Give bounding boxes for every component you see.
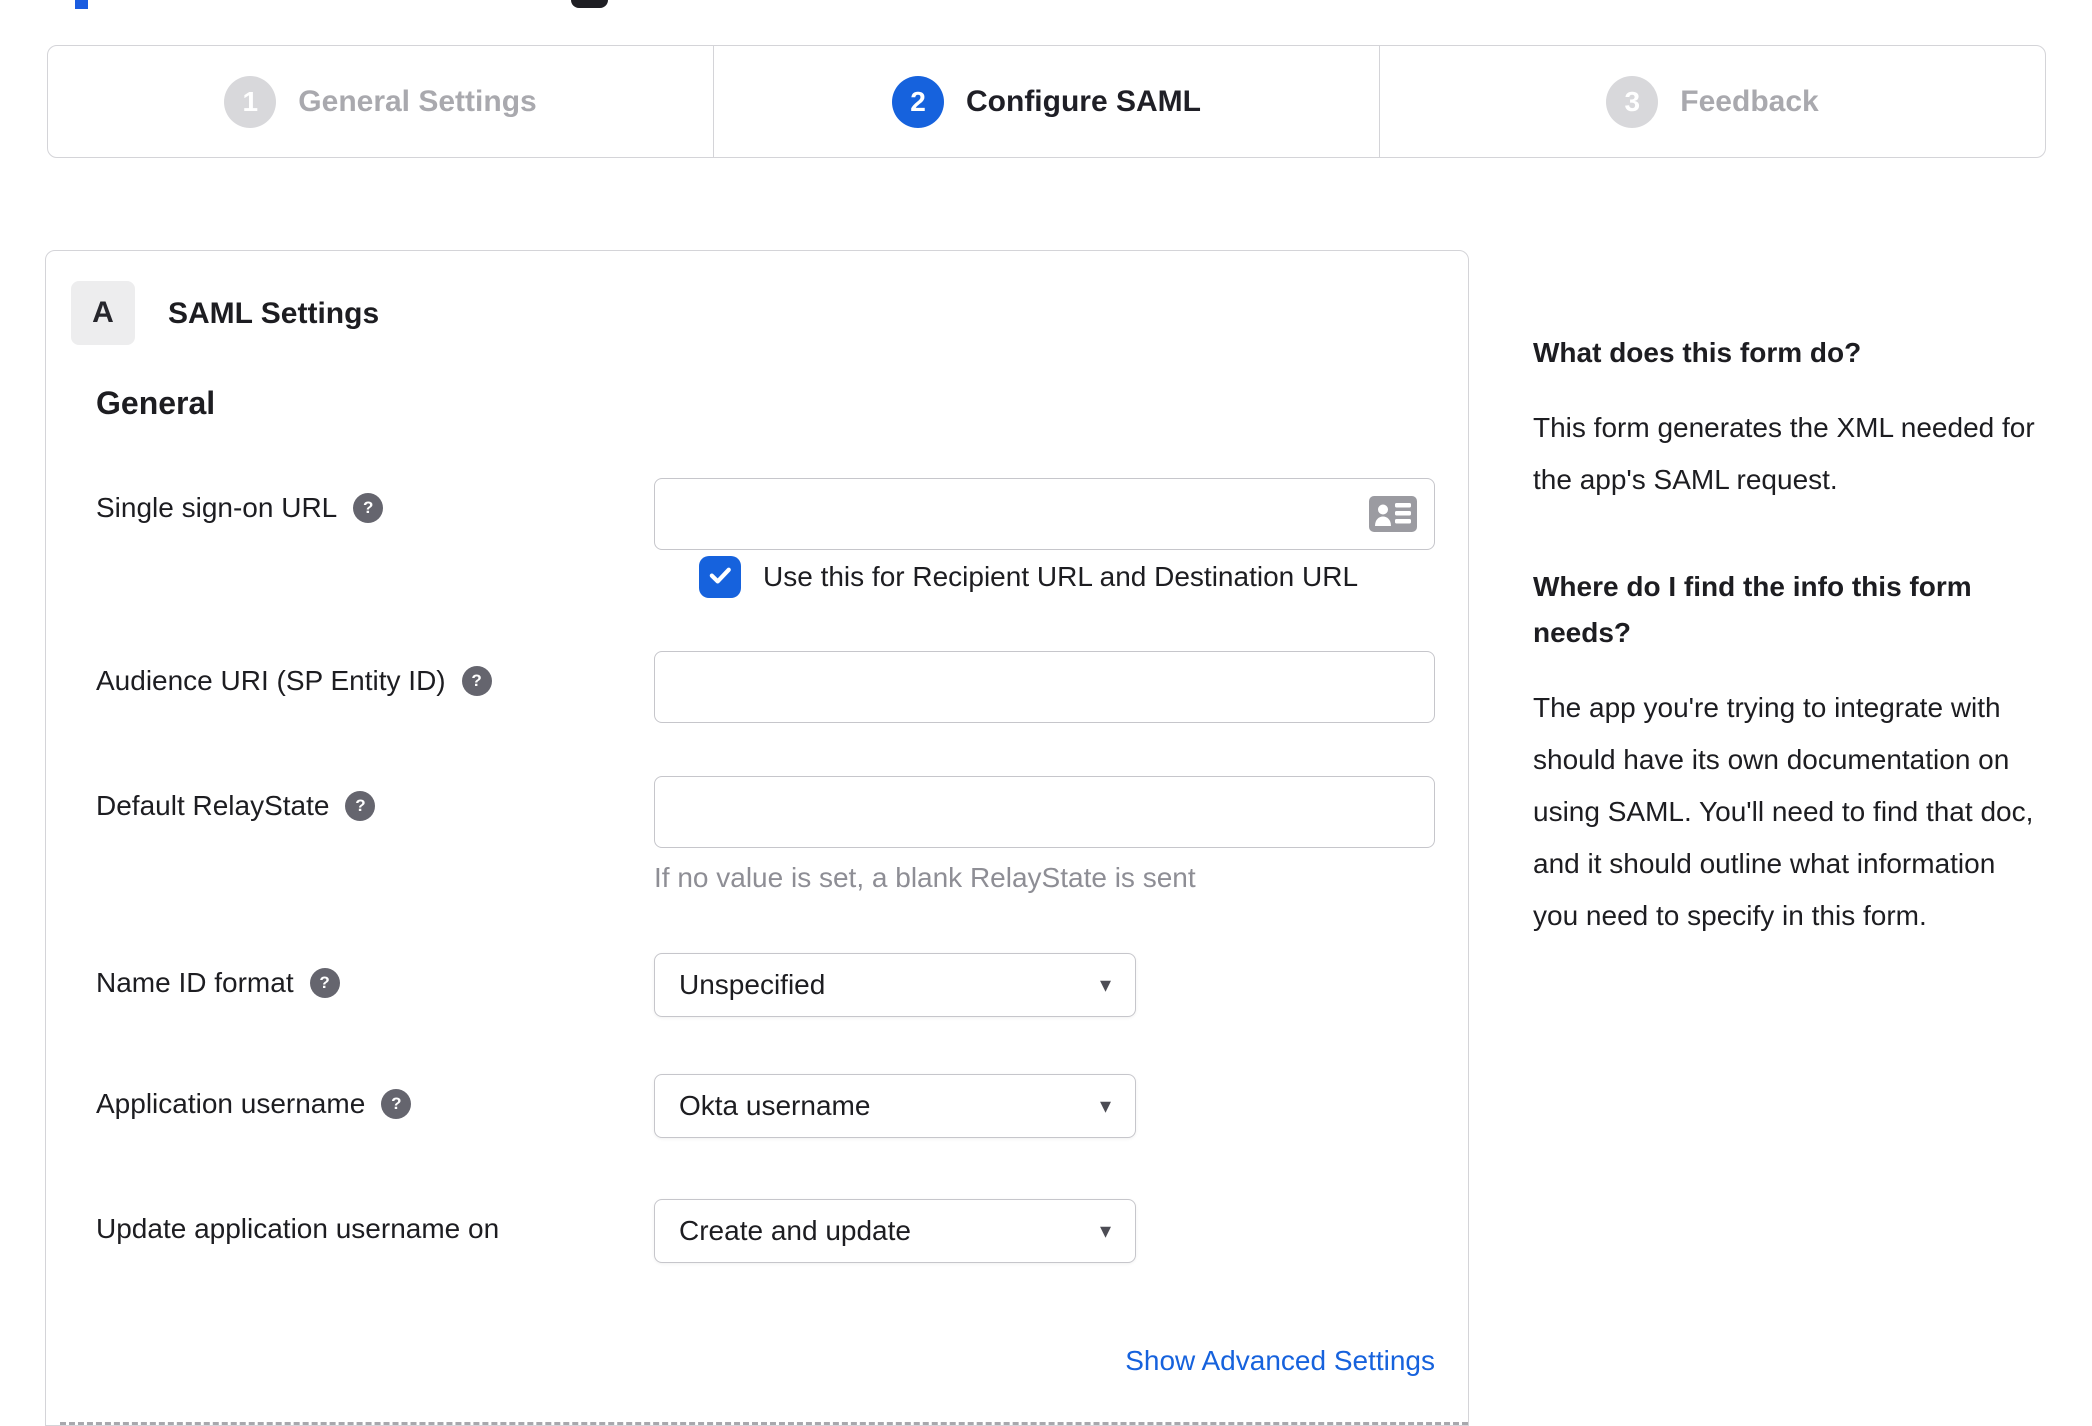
audience-uri-input[interactable] bbox=[654, 651, 1435, 723]
audience-uri-label-wrap: Audience URI (SP Entity ID) ? bbox=[96, 651, 654, 697]
chevron-down-icon: ▾ bbox=[1099, 972, 1111, 997]
section-title: SAML Settings bbox=[168, 297, 380, 330]
app-username-control: Okta username ▾ bbox=[654, 1074, 1136, 1138]
sidebar-section: Where do I find the info this form needs… bbox=[1533, 564, 2048, 942]
update-app-username-label: Update application username on bbox=[96, 1213, 500, 1244]
app-username-label-wrap: Application username ? bbox=[96, 1074, 654, 1120]
wizard-stepper: 1 General Settings 2 Configure SAML 3 Fe… bbox=[47, 45, 2046, 158]
cutoff-blue-fragment bbox=[75, 0, 88, 9]
name-id-format-label-wrap: Name ID format ? bbox=[96, 953, 654, 999]
update-app-username-control: Create and update ▾ bbox=[654, 1199, 1136, 1263]
help-icon[interactable]: ? bbox=[381, 1089, 412, 1119]
sidebar-paragraph: The app you're trying to integrate with … bbox=[1533, 692, 2034, 931]
show-advanced-settings-link[interactable]: Show Advanced Settings bbox=[654, 1345, 1435, 1377]
chevron-down-icon: ▾ bbox=[1099, 1093, 1111, 1118]
section-divider bbox=[60, 1422, 1468, 1425]
step-configure-saml[interactable]: 2 Configure SAML bbox=[713, 46, 1379, 157]
form-row-sso-url: Single sign-on URL ? bbox=[96, 478, 1468, 550]
sso-url-label: Single sign-on URL bbox=[96, 492, 338, 523]
step-general-settings[interactable]: 1 General Settings bbox=[48, 46, 713, 157]
form-row-update-app-username: Update application username on Create an… bbox=[96, 1199, 1468, 1263]
saml-settings-panel: A SAML Settings General Single sign-on U… bbox=[45, 250, 1469, 1426]
help-icon[interactable]: ? bbox=[353, 493, 384, 523]
update-app-username-select[interactable]: Create and update ▾ bbox=[654, 1199, 1136, 1263]
relay-state-label-wrap: Default RelayState ? bbox=[96, 776, 654, 822]
chevron-down-icon: ▾ bbox=[1099, 1218, 1111, 1243]
recipient-destination-checkbox-row: Use this for Recipient URL and Destinati… bbox=[699, 556, 1358, 598]
help-icon[interactable]: ? bbox=[309, 968, 340, 998]
relay-state-hint: If no value is set, a blank RelayState i… bbox=[654, 862, 1196, 893]
step-label: Feedback bbox=[1680, 84, 1819, 118]
step-number-badge: 3 bbox=[1606, 75, 1659, 128]
form-row-audience-uri: Audience URI (SP Entity ID) ? bbox=[96, 651, 1468, 723]
section-letter-badge: A bbox=[71, 281, 135, 345]
app-username-label: Application username bbox=[96, 1088, 366, 1119]
step-label: General Settings bbox=[298, 84, 537, 118]
update-app-username-label-wrap: Update application username on bbox=[96, 1199, 654, 1245]
sso-url-input[interactable] bbox=[654, 478, 1435, 550]
sso-url-control bbox=[654, 478, 1435, 550]
update-app-username-value: Create and update bbox=[679, 1215, 911, 1246]
audience-uri-control bbox=[654, 651, 1435, 723]
step-number-badge: 2 bbox=[892, 75, 944, 128]
general-heading: General bbox=[96, 385, 216, 421]
recipient-destination-checkbox[interactable] bbox=[699, 556, 741, 598]
cutoff-dark-icon-fragment bbox=[571, 0, 608, 8]
help-icon[interactable]: ? bbox=[345, 791, 376, 821]
relay-state-input[interactable] bbox=[654, 776, 1435, 848]
check-icon bbox=[706, 561, 734, 594]
app-username-select[interactable]: Okta username ▾ bbox=[654, 1074, 1136, 1138]
sidebar-paragraph: This form generates the XML needed for t… bbox=[1533, 412, 2035, 495]
step-label: Configure SAML bbox=[966, 84, 1201, 118]
contact-card-icon[interactable] bbox=[1369, 496, 1417, 537]
app-username-value: Okta username bbox=[679, 1090, 871, 1121]
relay-state-control: If no value is set, a blank RelayState i… bbox=[654, 776, 1435, 894]
name-id-format-value: Unspecified bbox=[679, 969, 826, 1000]
sidebar-heading: What does this form do? bbox=[1533, 337, 1862, 368]
form-row-app-username: Application username ? Okta username ▾ bbox=[96, 1074, 1468, 1138]
sidebar-section: What does this form do? This form genera… bbox=[1533, 330, 2048, 506]
sso-url-label-wrap: Single sign-on URL ? bbox=[96, 478, 654, 524]
step-feedback[interactable]: 3 Feedback bbox=[1379, 46, 2045, 157]
sidebar-heading: Where do I find the info this form needs… bbox=[1533, 571, 1972, 648]
step-number-badge: 1 bbox=[224, 75, 277, 128]
help-icon[interactable]: ? bbox=[461, 666, 492, 696]
relay-state-label: Default RelayState bbox=[96, 790, 330, 821]
form-row-relay-state: Default RelayState ? If no value is set,… bbox=[96, 776, 1468, 894]
name-id-format-select[interactable]: Unspecified ▾ bbox=[654, 953, 1136, 1017]
help-sidebar: What does this form do? This form genera… bbox=[1533, 330, 2048, 942]
audience-uri-label: Audience URI (SP Entity ID) bbox=[96, 665, 446, 696]
form-row-name-id-format: Name ID format ? Unspecified ▾ bbox=[96, 953, 1468, 1017]
checkbox-label: Use this for Recipient URL and Destinati… bbox=[763, 561, 1359, 592]
name-id-format-control: Unspecified ▾ bbox=[654, 953, 1136, 1017]
name-id-format-label: Name ID format bbox=[96, 967, 294, 998]
